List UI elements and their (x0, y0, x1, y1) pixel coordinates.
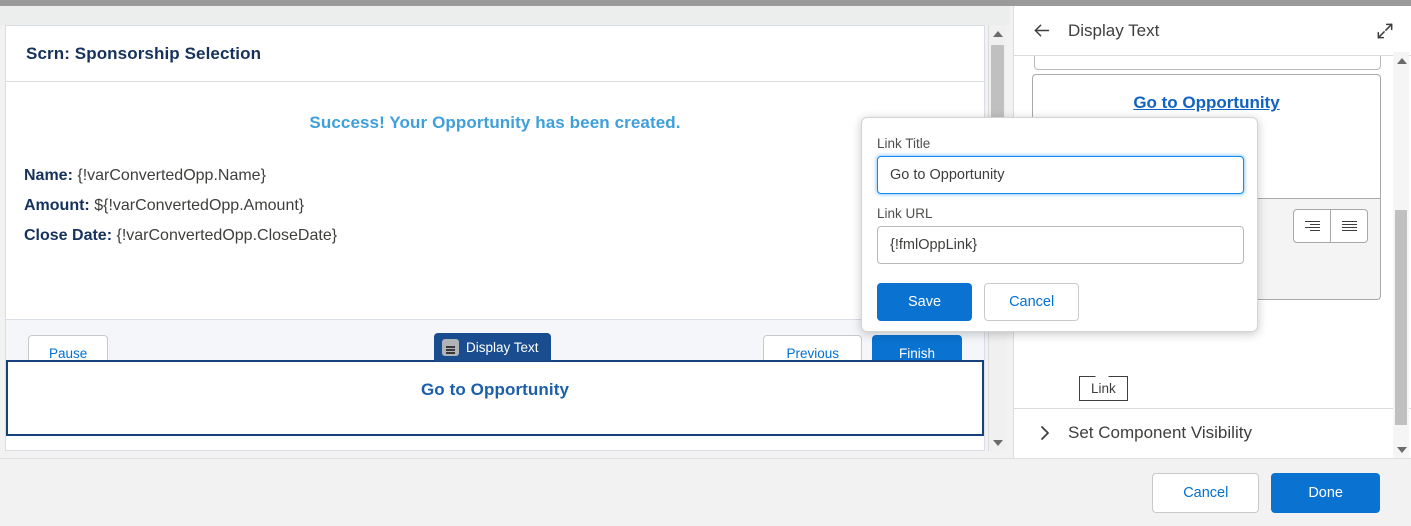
property-panel-title: Display Text (1068, 20, 1160, 40)
chevron-right-icon (1038, 426, 1052, 440)
partial-field-above[interactable] (1034, 56, 1381, 70)
link-dialog: Link Title Go to Opportunity Link URL {!… (861, 117, 1258, 332)
field-label: Amount: (24, 197, 90, 214)
link-title-label: Link Title (877, 136, 931, 151)
canvas-top-gutter (0, 6, 1010, 25)
property-panel-scrollbar[interactable] (1393, 52, 1409, 458)
scroll-down-arrow-icon[interactable] (989, 434, 1006, 451)
page-title: Scrn: Sponsorship Selection (26, 43, 262, 63)
list-item: Close Date: {!varConvertedOpp.CloseDate} (24, 221, 984, 251)
set-component-visibility-label: Set Component Visibility (1068, 423, 1252, 442)
align-right-icon[interactable] (1293, 209, 1331, 243)
component-badge-label: Display Text (466, 339, 539, 355)
screen-body: Success! Your Opportunity has been creat… (6, 82, 984, 436)
scroll-up-arrow-icon[interactable] (989, 25, 1006, 42)
set-component-visibility-section[interactable]: Set Component Visibility (1014, 409, 1411, 457)
component-link-text[interactable]: Go to Opportunity (8, 362, 982, 400)
app-root: Scrn: Sponsorship Selection Success! You… (0, 0, 1411, 526)
link-url-input[interactable]: {!fmlOppLink} (877, 226, 1244, 264)
display-text-icon (442, 338, 459, 356)
field-label: Close Date: (24, 227, 113, 244)
dialog-actions: Save Cancel (877, 283, 1239, 321)
property-panel-header: Display Text (1014, 6, 1411, 56)
expand-icon[interactable] (1375, 21, 1395, 41)
selected-display-text-component[interactable]: Go to Opportunity (6, 360, 984, 436)
scroll-up-arrow-icon[interactable] (1393, 52, 1410, 69)
link-tooltip: Link (1079, 376, 1128, 401)
save-button[interactable]: Save (877, 283, 973, 321)
tooltip-arrow (1095, 370, 1109, 377)
component-badge[interactable]: Display Text (434, 333, 551, 361)
editor-link-text[interactable]: Go to Opportunity (1033, 93, 1380, 113)
field-value: ${!varConvertedOpp.Amount} (94, 197, 305, 214)
field-list: Name: {!varConvertedOpp.Name} Amount: ${… (6, 133, 984, 251)
alignment-button-group (1293, 209, 1368, 243)
done-button[interactable]: Done (1271, 472, 1380, 513)
screen-header: Scrn: Sponsorship Selection (6, 26, 984, 82)
link-title-input[interactable]: Go to Opportunity (877, 156, 1244, 194)
flow-screen-preview: Scrn: Sponsorship Selection Success! You… (5, 25, 985, 451)
cancel-button[interactable]: Cancel (984, 283, 1080, 321)
back-arrow-icon[interactable] (1030, 20, 1052, 42)
field-value: {!varConvertedOpp.CloseDate} (116, 227, 338, 244)
cancel-button[interactable]: Cancel (1152, 472, 1260, 513)
list-item: Amount: ${!varConvertedOpp.Amount} (24, 191, 984, 221)
align-justify-icon[interactable] (1330, 209, 1368, 243)
link-url-label: Link URL (877, 206, 933, 221)
scrollbar-thumb[interactable] (1395, 210, 1407, 425)
field-value: {!varConvertedOpp.Name} (77, 167, 266, 184)
field-label: Name: (24, 167, 73, 184)
success-message: Success! Your Opportunity has been creat… (309, 113, 681, 132)
list-item: Name: {!varConvertedOpp.Name} (24, 161, 984, 191)
scroll-down-arrow-icon[interactable] (1393, 441, 1410, 458)
bottom-action-bar: Cancel Done (0, 458, 1411, 526)
